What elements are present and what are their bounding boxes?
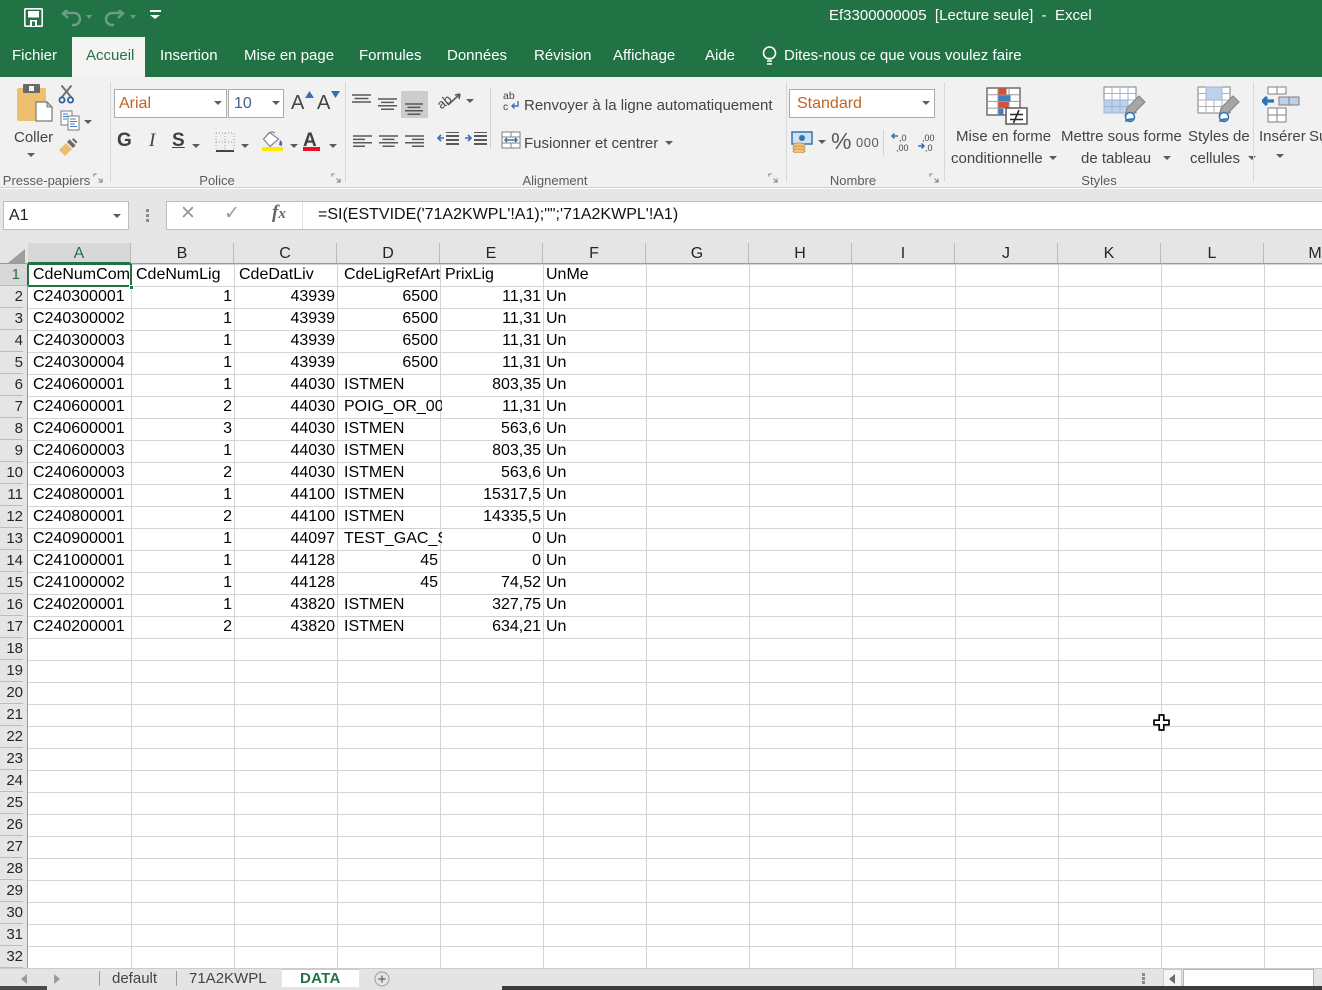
svg-text:c: c — [503, 101, 508, 112]
svg-text:,0: ,0 — [925, 143, 933, 152]
svg-text:,00: ,00 — [896, 143, 909, 152]
svg-text:,00: ,00 — [922, 133, 935, 143]
svg-text:,0: ,0 — [899, 133, 907, 143]
